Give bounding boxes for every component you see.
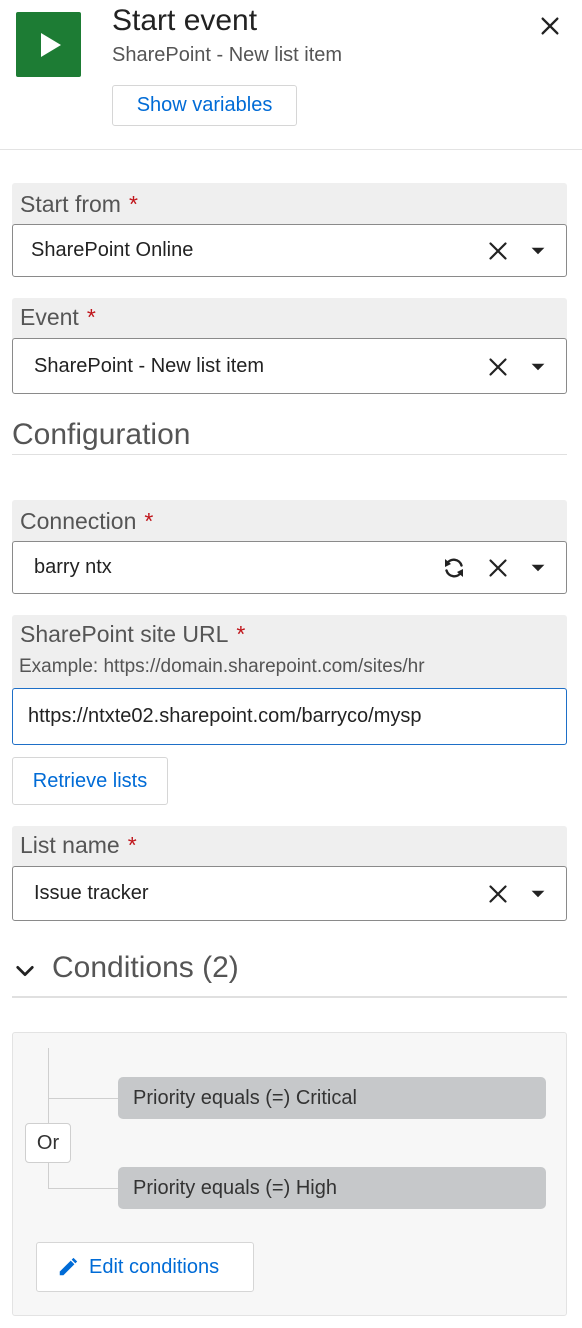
start-from-value: SharePoint Online: [31, 239, 194, 261]
clear-icon[interactable]: [486, 882, 510, 906]
chevron-down-icon[interactable]: [14, 960, 36, 982]
tree-connector: [48, 1188, 118, 1189]
required-marker: *: [86, 304, 96, 330]
panel-header: Start event SharePoint - New list item S…: [0, 0, 582, 150]
start-from-label: Start from *: [20, 191, 138, 217]
connection-select[interactable]: barry ntx: [12, 541, 567, 594]
divider: [12, 454, 567, 455]
conditions-heading[interactable]: Conditions (2): [52, 951, 239, 985]
caret-down-icon[interactable]: [528, 241, 548, 261]
site-url-label: SharePoint site URL *: [20, 621, 246, 647]
event-label: Event *: [20, 304, 96, 330]
caret-down-icon[interactable]: [528, 558, 548, 578]
condition-item: Priority equals (=) High: [118, 1167, 546, 1209]
configuration-heading: Configuration: [12, 418, 191, 451]
required-marker: *: [236, 621, 246, 647]
condition-item: Priority equals (=) Critical: [118, 1077, 546, 1119]
edit-conditions-label: Edit conditions: [89, 1255, 220, 1278]
connection-label-box: Connection *: [12, 500, 567, 546]
site-url-label-box: SharePoint site URL * Example: https://do…: [12, 615, 567, 691]
tree-connector: [48, 1098, 118, 1099]
caret-down-icon[interactable]: [528, 357, 548, 377]
connection-value: barry ntx: [34, 556, 112, 578]
play-icon: [16, 12, 81, 77]
list-name-value: Issue tracker: [34, 882, 149, 904]
panel-title: Start event: [112, 4, 258, 37]
start-from-label-box: Start from *: [12, 183, 567, 229]
start-from-select[interactable]: SharePoint Online: [12, 224, 567, 277]
site-url-input[interactable]: [12, 688, 567, 745]
clear-icon[interactable]: [486, 355, 510, 379]
event-select[interactable]: SharePoint - New list item: [12, 338, 567, 394]
event-value: SharePoint - New list item: [34, 355, 265, 377]
required-marker: *: [144, 508, 154, 534]
panel-subtitle: SharePoint - New list item: [112, 44, 343, 66]
clear-icon[interactable]: [486, 556, 510, 580]
clear-icon[interactable]: [486, 239, 510, 263]
caret-down-icon[interactable]: [528, 884, 548, 904]
list-name-label: List name *: [20, 832, 137, 858]
required-marker: *: [128, 191, 138, 217]
required-marker: *: [127, 832, 137, 858]
pencil-icon: [57, 1256, 79, 1278]
list-name-select[interactable]: Issue tracker: [12, 866, 567, 921]
divider: [12, 996, 567, 998]
connection-label: Connection *: [20, 508, 154, 534]
show-variables-button[interactable]: Show variables: [112, 85, 297, 126]
tree-connector: [48, 1048, 49, 1189]
close-icon[interactable]: [536, 12, 564, 40]
edit-conditions-button[interactable]: Edit conditions: [36, 1242, 254, 1292]
refresh-icon[interactable]: [440, 554, 468, 582]
retrieve-lists-button[interactable]: Retrieve lists: [12, 757, 168, 805]
site-url-hint: Example: https://domain.sharepoint.com/s…: [19, 656, 425, 677]
or-operator-badge: Or: [25, 1123, 71, 1163]
